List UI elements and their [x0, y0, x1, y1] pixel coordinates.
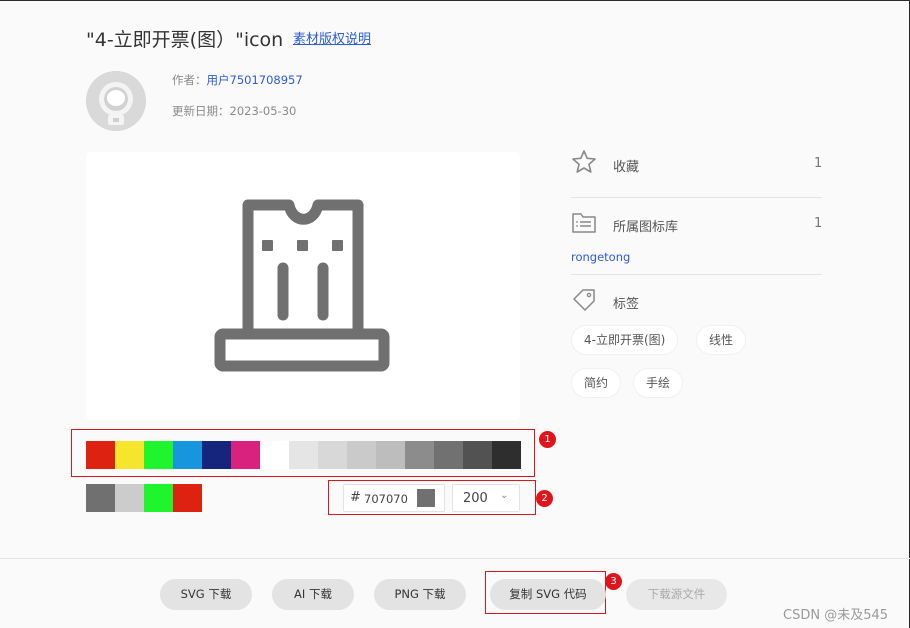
- tags-label: 标签: [613, 297, 640, 312]
- library-folder-icon: [571, 210, 597, 236]
- favorite-count: 1: [814, 156, 823, 171]
- tag-icon: [571, 287, 597, 313]
- copy-svg-code-button[interactable]: 复制 SVG 代码: [490, 579, 606, 610]
- png-download-button[interactable]: PNG 下载: [374, 579, 466, 610]
- tag-chip[interactable]: 手绘: [634, 369, 683, 397]
- color-swatch[interactable]: [376, 441, 405, 469]
- tag-chip[interactable]: 线性: [697, 326, 746, 354]
- tag-chip[interactable]: 4-立即开票(图): [572, 326, 678, 354]
- author-link[interactable]: 用户7501708957: [207, 73, 303, 87]
- updated-date: 2023-05-30: [229, 104, 297, 118]
- color-swatch[interactable]: [173, 441, 202, 469]
- download-source-button[interactable]: 下载源文件: [626, 579, 727, 610]
- watermark: CSDN @未及545: [783, 608, 889, 623]
- annotation-badge-1: 1: [539, 431, 556, 448]
- color-swatch[interactable]: [115, 441, 144, 469]
- color-swatch[interactable]: [86, 441, 115, 469]
- icon-preview: [86, 152, 520, 420]
- annotation-badge-3: 3: [605, 573, 622, 590]
- color-swatch[interactable]: [260, 441, 289, 469]
- color-swatch[interactable]: [405, 441, 434, 469]
- invoice-shirt-icon: [214, 199, 390, 372]
- library-count: 1: [814, 216, 823, 231]
- hex-color-input[interactable]: # 707070: [343, 484, 445, 512]
- avatar[interactable]: [86, 71, 146, 131]
- color-swatch[interactable]: [492, 441, 521, 469]
- favorite-label[interactable]: 收藏: [613, 156, 639, 175]
- size-select[interactable]: 200 ⌄: [452, 484, 520, 512]
- recent-color-swatch[interactable]: [144, 484, 173, 512]
- author-label: 作者：: [172, 73, 207, 87]
- color-swatch[interactable]: [434, 441, 463, 469]
- color-swatch[interactable]: [231, 441, 260, 469]
- copyright-link[interactable]: 素材版权说明: [293, 28, 371, 47]
- divider: [571, 274, 822, 275]
- recent-colors: [86, 484, 202, 512]
- astronaut-avatar-icon: [86, 71, 146, 131]
- star-icon[interactable]: [571, 149, 597, 175]
- color-swatch[interactable]: [347, 441, 376, 469]
- color-swatch[interactable]: [289, 441, 318, 469]
- footer-divider: [0, 558, 910, 559]
- color-swatch[interactable]: [202, 441, 231, 469]
- updated-label: 更新日期：: [172, 104, 230, 118]
- library-label: 所属图标库: [613, 220, 679, 235]
- icon-title: "4-立即开票(图）"icon: [86, 29, 284, 51]
- recent-color-swatch[interactable]: [115, 484, 144, 512]
- author-line: 作者：用户7501708957: [172, 72, 303, 88]
- updated-line: 更新日期：2023-05-30: [172, 103, 296, 119]
- annotation-badge-2: 2: [536, 490, 553, 507]
- color-swatch[interactable]: [144, 441, 173, 469]
- color-chip[interactable]: [417, 489, 435, 507]
- ai-download-button[interactable]: AI 下载: [272, 579, 354, 610]
- divider: [571, 197, 822, 198]
- tag-chip[interactable]: 简约: [572, 369, 621, 397]
- library-link[interactable]: rongetong: [571, 250, 630, 264]
- recent-color-swatch[interactable]: [86, 484, 115, 512]
- svg-download-button[interactable]: SVG 下载: [160, 579, 252, 610]
- hash-symbol: #: [350, 490, 361, 505]
- color-swatch[interactable]: [318, 441, 347, 469]
- recent-color-swatch[interactable]: [173, 484, 202, 512]
- hex-value[interactable]: 707070: [364, 492, 408, 506]
- color-swatch[interactable]: [463, 441, 492, 469]
- color-palette: [86, 441, 521, 469]
- size-value: 200: [463, 491, 488, 506]
- chevron-down-icon: ⌄: [500, 490, 509, 501]
